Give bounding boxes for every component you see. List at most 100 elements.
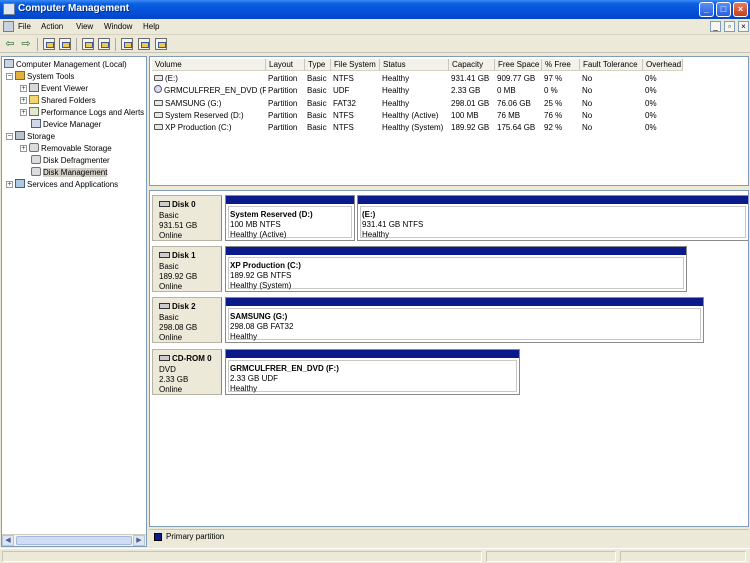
tree-item-removable-storage[interactable]: + Removable Storage bbox=[20, 143, 112, 154]
toolbar-separator bbox=[76, 38, 77, 51]
disk-name: Disk 1 bbox=[159, 251, 196, 260]
column-header[interactable]: Status bbox=[380, 59, 449, 71]
disk-size: 298.08 GB bbox=[159, 323, 198, 332]
partition-block[interactable]: System Reserved (D:) 100 MB NTFS Healthy (… bbox=[225, 195, 355, 241]
minimize-button[interactable]: _ bbox=[699, 2, 714, 17]
show-hide-tree-icon[interactable] bbox=[59, 38, 71, 50]
expand-icon[interactable]: + bbox=[20, 97, 27, 104]
tree-item-performance-logs[interactable]: + Performance Logs and Alerts bbox=[20, 107, 144, 118]
maximize-button[interactable]: □ bbox=[716, 2, 731, 17]
settings-icon[interactable] bbox=[155, 38, 167, 50]
partition-name: (E:) bbox=[362, 210, 376, 219]
disk-icon bbox=[159, 303, 170, 309]
tree-item-services-applications[interactable]: + Services and Applications bbox=[6, 179, 118, 190]
partition-size-fs: 189.92 GB NTFS bbox=[230, 271, 292, 280]
partition-block[interactable]: XP Production (C:) 189.92 GB NTFS Healthy … bbox=[225, 246, 687, 292]
export-icon[interactable] bbox=[138, 38, 150, 50]
table-cell: Partition bbox=[268, 74, 298, 83]
table-cell: Healthy bbox=[382, 98, 410, 108]
column-header[interactable]: Layout bbox=[266, 59, 305, 71]
expand-icon[interactable]: + bbox=[20, 109, 27, 116]
toolbar-separator bbox=[37, 38, 38, 51]
mdi-minimize-button[interactable]: _ bbox=[710, 21, 721, 32]
table-cell: 0% bbox=[645, 123, 657, 133]
column-header[interactable]: Capacity bbox=[449, 59, 495, 71]
partition-size-fs: 931.41 GB NTFS bbox=[362, 220, 424, 229]
disk-info[interactable]: CD-ROM 0 DVD 2.33 GB Online bbox=[152, 349, 222, 395]
properties-icon[interactable] bbox=[82, 38, 94, 50]
forward-icon[interactable]: ⇨ bbox=[20, 38, 32, 50]
table-cell: Basic bbox=[307, 123, 327, 133]
document-icon[interactable] bbox=[3, 21, 14, 32]
scroll-thumb[interactable] bbox=[16, 536, 132, 545]
partition-block[interactable]: GRMCULFRER_EN_DVD (F:) 2.33 GB UDF Healthy bbox=[225, 349, 520, 395]
tree-item-event-viewer[interactable]: + Event Viewer bbox=[20, 83, 88, 94]
disk-info[interactable]: Disk 2 Basic 298.08 GB Online bbox=[152, 297, 222, 343]
menu-view[interactable]: View bbox=[76, 22, 93, 31]
partition-block[interactable]: (E:) 931.41 GB NTFS Healthy bbox=[357, 195, 748, 241]
partition-frame bbox=[228, 308, 701, 340]
tree-item-shared-folders[interactable]: + Shared Folders bbox=[20, 95, 96, 106]
disk-status: Online bbox=[159, 333, 183, 342]
partition-block[interactable]: SAMSUNG (G:) 298.08 GB FAT32 Healthy bbox=[225, 297, 704, 343]
column-header[interactable]: % Free bbox=[542, 59, 580, 71]
back-icon[interactable]: ⇦ bbox=[4, 38, 16, 50]
disk-type: Basic bbox=[159, 313, 179, 322]
table-cell: No bbox=[582, 123, 593, 133]
menu-window[interactable]: Window bbox=[104, 22, 132, 31]
tree-item-disk-management[interactable]: Disk Management bbox=[31, 167, 108, 178]
tree-item-system-tools[interactable]: − System Tools bbox=[6, 71, 74, 82]
disk-info[interactable]: Disk 0 Basic 931.51 GB Online bbox=[152, 195, 222, 241]
table-cell: 0% bbox=[645, 98, 657, 108]
expand-icon[interactable]: + bbox=[20, 145, 27, 152]
close-button[interactable]: × bbox=[733, 2, 748, 17]
table-cell: 2.33 GB bbox=[451, 86, 481, 96]
partition-size-fs: 100 MB NTFS bbox=[230, 220, 281, 229]
scroll-right-icon[interactable]: ▶ bbox=[133, 535, 145, 546]
toolbar: ⇦ ⇨ bbox=[0, 36, 750, 53]
volume-name-cell[interactable]: SAMSUNG (G:) bbox=[154, 98, 266, 109]
up-folder-icon[interactable] bbox=[43, 38, 55, 50]
volume-name-cell[interactable]: (E:) bbox=[154, 73, 266, 84]
expand-icon[interactable]: + bbox=[20, 85, 27, 92]
disk-name: Disk 0 bbox=[159, 200, 196, 209]
volume-name-cell[interactable]: GRMCULFRER_EN_DVD (F:) bbox=[154, 85, 266, 96]
menu-action[interactable]: Action bbox=[41, 22, 63, 31]
mdi-close-button[interactable]: × bbox=[738, 21, 749, 32]
column-header[interactable]: File System bbox=[331, 59, 380, 71]
column-header[interactable]: Free Space bbox=[495, 59, 542, 71]
column-header[interactable]: Volume bbox=[152, 59, 266, 71]
disk-info[interactable]: Disk 1 Basic 189.92 GB Online bbox=[152, 246, 222, 292]
menu-help[interactable]: Help bbox=[143, 22, 159, 31]
table-cell: 931.41 GB bbox=[451, 74, 490, 83]
volume-name: SAMSUNG (G:) bbox=[165, 98, 222, 108]
cd-volume-icon bbox=[154, 85, 162, 94]
tree-item-device-manager[interactable]: Device Manager bbox=[31, 119, 101, 130]
mdi-restore-button[interactable]: ▫ bbox=[724, 21, 735, 32]
tree-horizontal-scrollbar[interactable]: ◀ ▶ bbox=[2, 534, 146, 546]
expand-icon[interactable]: + bbox=[6, 181, 13, 188]
tree-item-storage[interactable]: − Storage bbox=[6, 131, 55, 142]
column-header[interactable]: Type bbox=[305, 59, 331, 71]
refresh-icon[interactable] bbox=[121, 38, 133, 50]
menu-file[interactable]: File bbox=[18, 22, 31, 31]
collapse-icon[interactable]: − bbox=[6, 73, 13, 80]
tree-item-computer-management[interactable]: Computer Management (Local) bbox=[4, 59, 127, 70]
disk-graphical-view: Disk 0 Basic 931.51 GB Online System Reserve… bbox=[149, 190, 749, 527]
volume-name-cell[interactable]: XP Production (C:) bbox=[154, 122, 266, 133]
column-header[interactable]: Fault Tolerance bbox=[580, 59, 643, 71]
help-icon[interactable] bbox=[98, 38, 110, 50]
disk-name-label: Disk 0 bbox=[172, 200, 196, 209]
table-cell: 76.06 GB bbox=[497, 98, 531, 108]
computer-icon bbox=[4, 59, 14, 68]
disk-size: 2.33 GB bbox=[159, 375, 189, 384]
table-cell: 909.77 GB bbox=[497, 74, 536, 83]
primary-partition-bar bbox=[226, 298, 703, 306]
volume-icon bbox=[154, 124, 163, 131]
tree-item-disk-defragmenter[interactable]: Disk Defragmenter bbox=[31, 155, 110, 166]
collapse-icon[interactable]: − bbox=[6, 133, 13, 140]
column-header[interactable]: Overhead bbox=[643, 59, 683, 71]
volume-name-cell[interactable]: System Reserved (D:) bbox=[154, 110, 266, 121]
toolbar-separator bbox=[115, 38, 116, 51]
scroll-left-icon[interactable]: ◀ bbox=[2, 535, 14, 546]
